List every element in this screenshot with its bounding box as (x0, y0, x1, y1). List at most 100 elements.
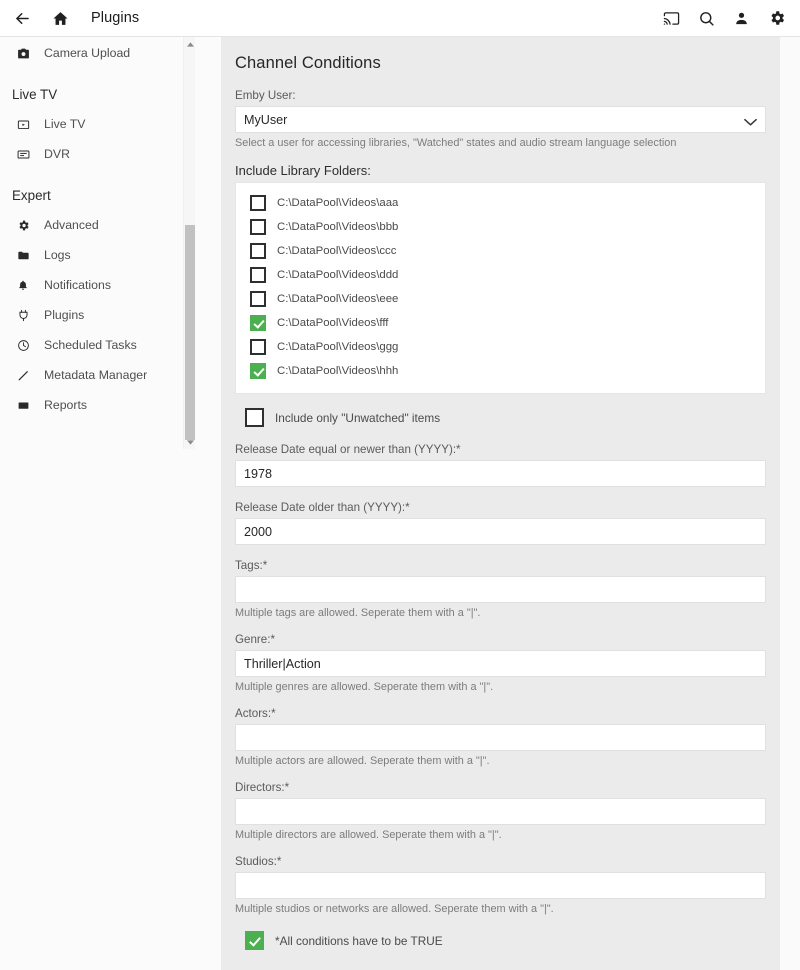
sidebar-section-header-live-tv: Live TV (12, 87, 58, 102)
sidebar-item-label: Camera Upload (44, 46, 131, 60)
folder-path-label: C:\DataPool\Videos\ddd (277, 269, 399, 281)
folder-checkbox[interactable] (250, 195, 266, 211)
list-item[interactable]: C:\DataPool\Videos\ddd (236, 263, 765, 287)
studios-help: Multiple studios or networks are allowed… (235, 903, 554, 915)
actors-help: Multiple actors are allowed. Seperate th… (235, 755, 490, 767)
actors-label: Actors:* (235, 707, 276, 720)
folder-path-label: C:\DataPool\Videos\bbb (277, 221, 399, 233)
sidebar-item-scheduled-tasks[interactable]: Scheduled Tasks (0, 330, 183, 360)
folder-path-label: C:\DataPool\Videos\eee (277, 293, 399, 305)
studios-input[interactable] (235, 872, 766, 899)
sidebar-item-label: Notifications (44, 278, 111, 292)
actors-input[interactable] (235, 724, 766, 751)
sidebar-scrollbar[interactable] (183, 37, 195, 449)
sidebar-item-label: Advanced (44, 218, 99, 232)
genre-group: Genre:* Multiple genres are allowed. Sep… (235, 633, 766, 693)
sidebar-item-metadata-manager[interactable]: Metadata Manager (0, 360, 183, 390)
all-conditions-row[interactable]: *All conditions have to be TRUE (245, 931, 766, 950)
unwatched-only-label: Include only "Unwatched" items (275, 410, 441, 425)
release-date-newer-input[interactable] (235, 460, 766, 487)
genre-label: Genre:* (235, 633, 275, 646)
sidebar-item-notifications[interactable]: Notifications (0, 270, 183, 300)
sidebar-item-label: Metadata Manager (44, 368, 148, 382)
list-item[interactable]: C:\DataPool\Videos\ccc (236, 239, 765, 263)
clock-icon (17, 337, 37, 353)
scroll-up-arrow-icon[interactable] (184, 38, 196, 50)
folder-checkbox[interactable] (250, 267, 266, 283)
directors-group: Directors:* Multiple directors are allow… (235, 781, 766, 841)
person-icon[interactable] (724, 1, 759, 35)
scroll-down-arrow-icon[interactable] (184, 436, 196, 448)
sidebar-section-header-expert: Expert (12, 188, 51, 203)
plugin-icon (17, 307, 37, 323)
sidebar-item-plugins[interactable]: Plugins (0, 300, 183, 330)
unwatched-only-row[interactable]: Include only "Unwatched" items (245, 408, 766, 427)
sidebar-item-label: Plugins (44, 308, 85, 322)
release-date-newer-label: Release Date equal or newer than (YYYY):… (235, 443, 461, 456)
folder-checkbox[interactable] (250, 219, 266, 235)
tags-label: Tags:* (235, 559, 268, 572)
top-app-bar: Plugins (0, 0, 800, 37)
library-folders-list: C:\DataPool\Videos\aaa C:\DataPool\Video… (235, 182, 766, 394)
genre-input[interactable] (235, 650, 766, 677)
tv-icon (17, 116, 37, 132)
search-icon[interactable] (689, 1, 724, 35)
folder-checkbox[interactable] (250, 243, 266, 259)
sidebar-item-label: Live TV (44, 117, 86, 131)
unwatched-only-checkbox[interactable] (245, 408, 264, 427)
release-date-newer-group: Release Date equal or newer than (YYYY):… (235, 443, 766, 487)
studios-group: Studios:* Multiple studios or networks a… (235, 855, 766, 915)
folder-checkbox[interactable] (250, 339, 266, 355)
sidebar-item-camera-upload[interactable]: Camera Upload (0, 38, 183, 68)
folder-icon (17, 247, 37, 263)
topbar-right-group (654, 1, 800, 35)
list-item[interactable]: C:\DataPool\Videos\fff (236, 311, 765, 335)
tags-input[interactable] (235, 576, 766, 603)
list-item[interactable]: C:\DataPool\Videos\bbb (236, 215, 765, 239)
list-item[interactable]: C:\DataPool\Videos\hhh (236, 359, 765, 383)
sidebar-item-dvr[interactable]: DVR (0, 139, 183, 169)
list-item[interactable]: C:\DataPool\Videos\eee (236, 287, 765, 311)
folder-checkbox[interactable] (250, 315, 266, 331)
folder-checkbox[interactable] (250, 291, 266, 307)
report-icon (17, 397, 37, 413)
release-date-older-input[interactable] (235, 518, 766, 545)
arrow-back-icon[interactable] (5, 1, 39, 35)
library-folders-group: Include Library Folders: C:\DataPool\Vid… (235, 163, 766, 394)
sidebar-item-logs[interactable]: Logs (0, 240, 183, 270)
all-conditions-checkbox[interactable] (245, 931, 264, 950)
emby-user-select[interactable]: MyUser (235, 106, 766, 133)
actors-group: Actors:* Multiple actors are allowed. Se… (235, 707, 766, 767)
list-item[interactable]: C:\DataPool\Videos\aaa (236, 191, 765, 215)
genre-help: Multiple genres are allowed. Seperate th… (235, 681, 494, 693)
emby-user-field-group: Emby User: MyUser Select a user for acce… (235, 89, 766, 149)
library-folders-label: Include Library Folders: (235, 163, 371, 178)
list-item[interactable]: C:\DataPool\Videos\ggg (236, 335, 765, 359)
directors-label: Directors:* (235, 781, 290, 794)
tags-help: Multiple tags are allowed. Seperate them… (235, 607, 481, 619)
gear-icon[interactable] (759, 1, 794, 35)
sidebar-item-label: DVR (44, 147, 70, 161)
sidebar-scrollbar-thumb[interactable] (185, 225, 195, 440)
page-title: Plugins (91, 10, 140, 26)
cast-icon[interactable] (654, 1, 689, 35)
folder-path-label: C:\DataPool\Videos\hhh (277, 365, 399, 377)
sidebar-item-reports[interactable]: Reports (0, 390, 183, 420)
folder-path-label: C:\DataPool\Videos\ggg (277, 341, 399, 353)
sidebar-nav: Camera Upload Live TV Live TV DVR Expert… (0, 37, 195, 970)
home-icon[interactable] (43, 1, 77, 35)
bell-icon (17, 277, 37, 293)
sidebar-item-advanced[interactable]: Advanced (0, 210, 183, 240)
sidebar-item-label: Scheduled Tasks (44, 338, 137, 352)
emby-user-help: Select a user for accessing libraries, "… (235, 137, 677, 149)
release-date-older-label: Release Date older than (YYYY):* (235, 501, 410, 514)
directors-input[interactable] (235, 798, 766, 825)
folder-path-label: C:\DataPool\Videos\fff (277, 317, 389, 329)
folder-checkbox[interactable] (250, 363, 266, 379)
tags-group: Tags:* Multiple tags are allowed. Sepera… (235, 559, 766, 619)
sidebar-item-label: Logs (44, 248, 71, 262)
dvr-icon (17, 146, 37, 162)
sidebar-item-live-tv[interactable]: Live TV (0, 109, 183, 139)
gear-icon (17, 217, 37, 233)
main-content-panel: Channel Conditions Emby User: MyUser Sel… (221, 37, 780, 970)
